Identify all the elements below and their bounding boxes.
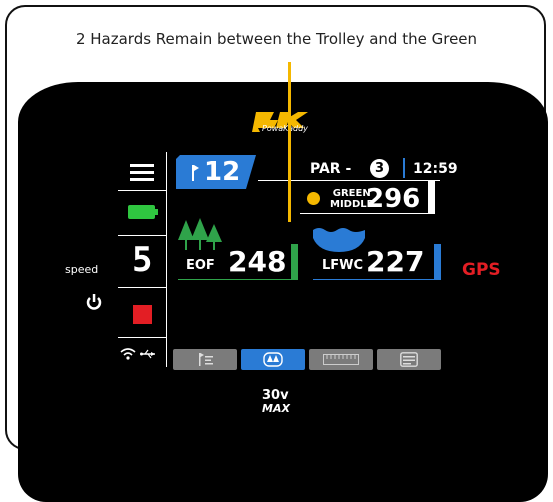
- hazard-bar-eof: [291, 244, 298, 279]
- left-panel-divider: [118, 337, 166, 338]
- model-name-line2: MAX: [262, 402, 290, 415]
- power-icon[interactable]: [86, 294, 102, 311]
- stop-button[interactable]: [133, 305, 152, 324]
- speed-label: speed: [65, 263, 99, 276]
- ruler-icon: [323, 354, 359, 365]
- model-name-line1: 30v: [262, 388, 289, 403]
- pointer-line: [288, 62, 291, 222]
- hole-flag-icon: [192, 165, 199, 181]
- left-panel-divider: [118, 235, 166, 236]
- par-time-separator: [403, 158, 405, 178]
- scorecard-icon: [400, 352, 418, 367]
- hazard-underline-lfwc: [313, 279, 441, 280]
- hazard-distance-lfwc: 227: [366, 245, 425, 278]
- caption-text: 2 Hazards Remain between the Trolley and…: [75, 30, 478, 48]
- left-panel-divider: [118, 190, 166, 191]
- hazard-label-lfwc: LFWC: [322, 258, 364, 273]
- usb-icon: [140, 349, 155, 359]
- trees-icon: [178, 218, 222, 250]
- hazard-bar-lfwc: [434, 244, 441, 279]
- battery-icon: [128, 205, 158, 219]
- green-underline: [300, 213, 435, 214]
- menu-icon[interactable]: [130, 163, 154, 183]
- speed-value[interactable]: 5: [132, 240, 152, 280]
- par-label: PAR -: [310, 161, 352, 177]
- tab-distance[interactable]: [309, 349, 373, 370]
- left-panel-divider: [118, 287, 166, 288]
- logo-subtext: PowaKaddy: [262, 124, 308, 133]
- left-panel-edge: [166, 152, 167, 367]
- hazard-underline-eof: [178, 279, 298, 280]
- par-value: 3: [370, 159, 389, 178]
- green-distance: 296: [366, 184, 421, 214]
- tab-hazards[interactable]: [241, 349, 305, 370]
- tab-scorecard[interactable]: [377, 349, 441, 370]
- header-underline: [258, 180, 440, 181]
- clock-time: 12:59: [413, 161, 458, 177]
- hole-flag-icon: [199, 353, 213, 366]
- view-tab-bar: [173, 349, 441, 370]
- gps-indicator: GPS: [462, 260, 501, 280]
- tab-hole-info[interactable]: [173, 349, 237, 370]
- device-screen: [18, 82, 548, 502]
- hazard-view-icon: [263, 352, 283, 367]
- hazard-distance-eof: 248: [228, 245, 287, 278]
- water-icon: [313, 228, 365, 252]
- hazard-label-eof: EOF: [186, 258, 215, 273]
- green-distance-bar: [428, 180, 435, 213]
- wifi-icon: [120, 348, 136, 360]
- green-marker-icon: [307, 192, 320, 205]
- hole-number: 12: [204, 157, 241, 187]
